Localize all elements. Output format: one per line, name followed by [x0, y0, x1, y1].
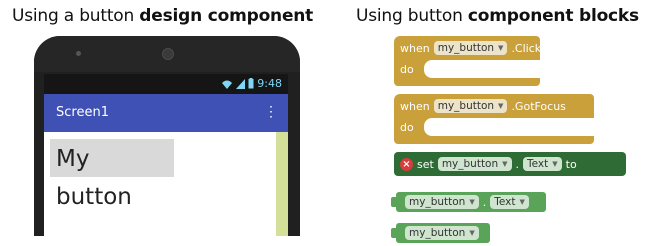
output-connector	[391, 197, 397, 207]
component-block[interactable]: my_button ▼	[391, 223, 490, 243]
signal-icon	[236, 78, 246, 89]
component-name: my_button	[437, 100, 495, 112]
dot-separator: .	[482, 195, 487, 209]
property-name: Text	[494, 196, 516, 208]
get-text-block[interactable]: my_button ▼ . Text ▼	[391, 192, 546, 212]
chevron-down-icon: ▼	[519, 198, 525, 206]
property-dropdown[interactable]: Text ▼	[523, 157, 562, 171]
click-event-block[interactable]: when my_button ▼ .Click do	[394, 36, 542, 86]
chevron-down-icon: ▼	[502, 160, 508, 168]
status-icons: 9:48	[221, 77, 282, 90]
screen-title: Screen1	[56, 105, 109, 120]
chevron-down-icon: ▼	[498, 102, 504, 110]
gotfocus-event-block[interactable]: when my_button ▼ .GotFocus do	[394, 94, 594, 144]
heading-text: Using button	[356, 6, 468, 26]
component-dropdown[interactable]: my_button ▼	[437, 157, 512, 171]
event-name: .Click	[511, 41, 542, 55]
event-name: .GotFocus	[511, 99, 566, 113]
component-dropdown[interactable]: my_button ▼	[405, 195, 479, 209]
do-keyword: do	[400, 121, 414, 134]
component-name: my_button	[409, 196, 466, 208]
to-keyword: to	[565, 157, 577, 171]
status-time: 9:48	[257, 77, 282, 90]
heading-bold-text: design component	[139, 6, 314, 26]
statement-slot[interactable]	[424, 118, 594, 136]
component-name: my_button	[441, 158, 499, 170]
set-text-block[interactable]: × set my_button ▼ . Text ▼ to	[394, 152, 626, 176]
do-keyword: do	[400, 63, 414, 76]
component-blocks-heading: Using button component blocks	[356, 6, 639, 26]
property-name: Text	[527, 158, 549, 170]
status-bar: 9:48	[44, 74, 288, 94]
chevron-down-icon: ▼	[469, 198, 475, 206]
chevron-down-icon: ▼	[498, 44, 504, 52]
statement-slot[interactable]	[424, 60, 540, 78]
when-keyword: when	[400, 99, 430, 113]
component-dropdown[interactable]: my_button ▼	[433, 99, 508, 113]
property-dropdown[interactable]: Text ▼	[490, 195, 529, 209]
chevron-down-icon: ▼	[552, 160, 558, 168]
error-icon[interactable]: ×	[400, 157, 413, 171]
wifi-icon	[222, 80, 233, 89]
phone-top-bezel	[34, 36, 300, 72]
battery-icon	[248, 78, 254, 89]
phone-mockup: 9:48 Screen1 ⋮ My button	[34, 36, 300, 236]
scrollbar[interactable]	[276, 132, 288, 236]
screen-body: My button	[44, 132, 288, 236]
design-component-heading: Using a button design component	[12, 6, 313, 26]
app-bar: Screen1 ⋮	[44, 94, 288, 132]
component-name: my_button	[409, 227, 466, 239]
component-dropdown[interactable]: my_button ▼	[433, 41, 508, 55]
component-dropdown[interactable]: my_button ▼	[405, 226, 479, 240]
chevron-down-icon: ▼	[469, 229, 475, 237]
camera-icon	[162, 48, 174, 60]
sensor-icon	[76, 51, 81, 56]
heading-text: Using a button	[12, 6, 140, 26]
my-button[interactable]: My button	[50, 139, 174, 210]
dot-separator: .	[515, 157, 520, 171]
heading-bold-text: component blocks	[467, 6, 639, 26]
component-name: my_button	[437, 42, 495, 54]
output-connector	[391, 228, 397, 238]
when-keyword: when	[400, 41, 430, 55]
overflow-menu-icon[interactable]: ⋮	[264, 104, 278, 118]
set-keyword: set	[417, 157, 434, 171]
